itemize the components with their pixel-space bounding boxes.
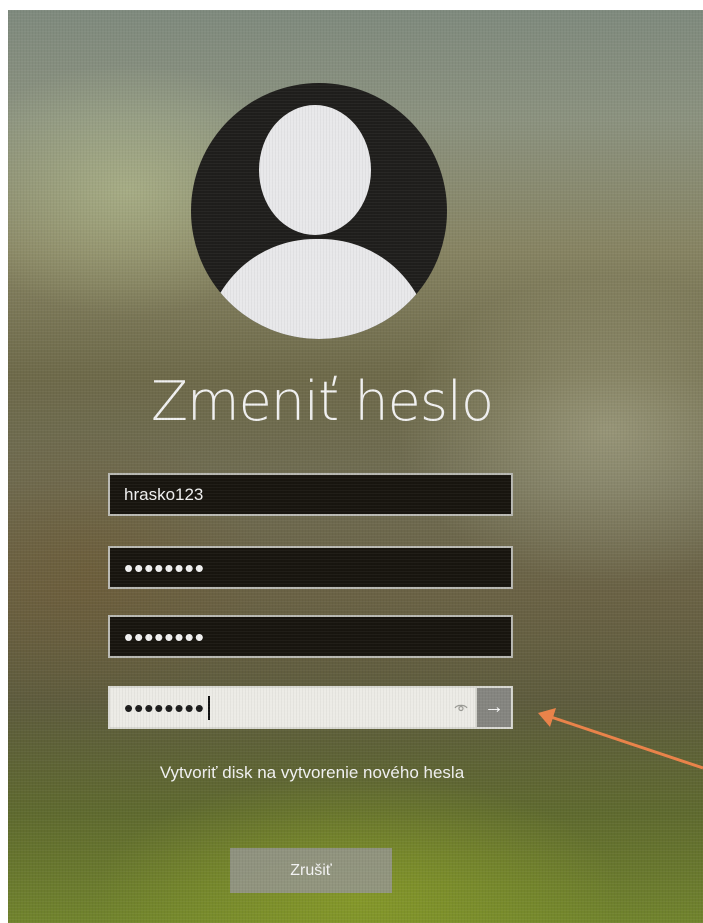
confirm-password-mask: •••••••• (124, 692, 205, 723)
new-password-mask: •••••••• (124, 621, 205, 652)
lock-screen-background: Zmeniť heslo hrasko123 •••••••• ••••••••… (8, 10, 703, 923)
eye-icon-graphic (454, 704, 468, 711)
page-title: Zmeniť heslo (150, 370, 494, 433)
confirm-password-input[interactable]: •••••••• (110, 688, 447, 727)
text-caret (207, 695, 210, 720)
confirm-password-field[interactable]: •••••••• → (108, 686, 513, 729)
arrow-right-icon: → (484, 696, 504, 718)
username-value: hrasko123 (124, 484, 204, 504)
old-password-field[interactable]: •••••••• (108, 546, 513, 589)
avatar-body-shape (205, 239, 431, 339)
new-password-field[interactable]: •••••••• (108, 615, 513, 658)
cancel-button[interactable]: Zrušiť (230, 848, 392, 893)
eye-icon[interactable] (447, 688, 475, 727)
submit-arrow-button[interactable]: → (475, 688, 511, 727)
username-field[interactable]: hrasko123 (108, 473, 513, 516)
old-password-mask: •••••••• (124, 552, 205, 583)
create-reset-disk-link[interactable]: Vytvoriť disk na vytvorenie nového hesla (8, 763, 616, 783)
user-avatar (191, 83, 447, 339)
avatar-head-shape (259, 105, 371, 235)
